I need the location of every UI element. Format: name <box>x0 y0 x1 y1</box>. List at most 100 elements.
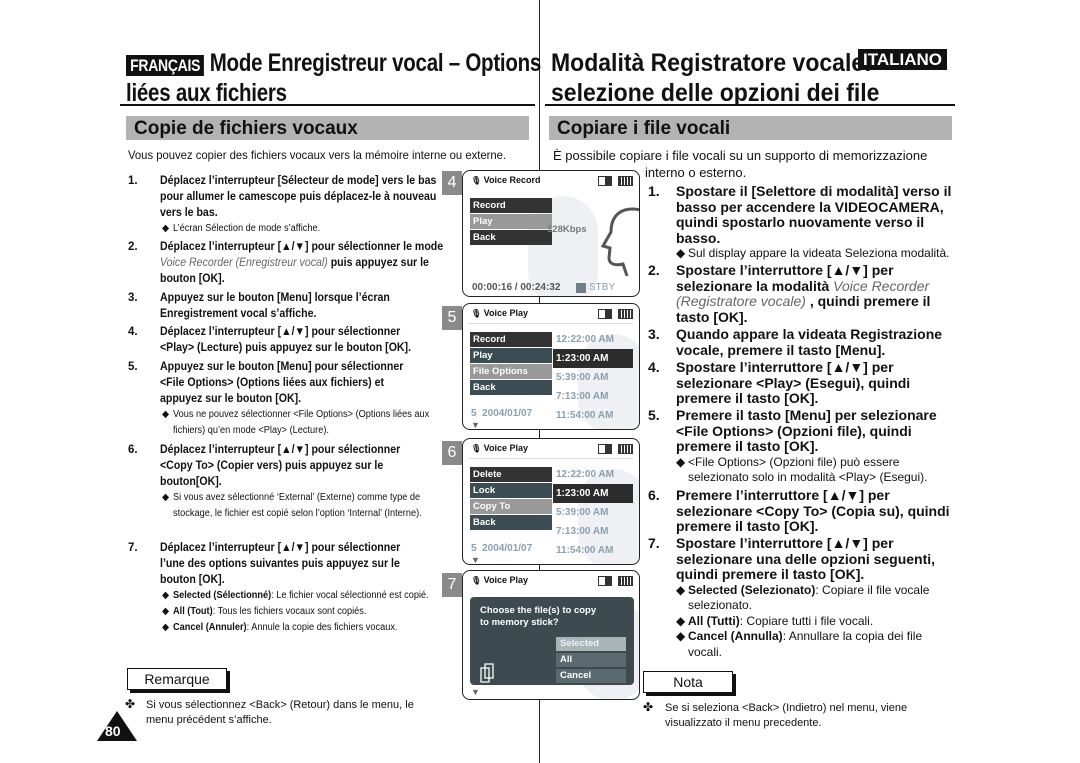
status-icons <box>598 176 633 186</box>
note-text: Sul display appare la videata Seleziona … <box>688 246 950 260</box>
menu-item-play[interactable]: Play <box>470 214 552 229</box>
menu-item-back[interactable]: Back <box>470 380 552 395</box>
copy-files-icon <box>480 663 494 683</box>
section-title-it: Copiare i file vocali <box>549 116 952 140</box>
screen-header: 🎙 Voice Play <box>471 443 528 453</box>
menu-item-back[interactable]: Back <box>470 230 552 245</box>
screen-header: 🎙 Voice Play <box>471 308 528 318</box>
file-row-5[interactable]: 5 2004/01/07 <box>471 408 532 419</box>
file-row-5[interactable]: 5 2004/01/07 <box>471 543 532 554</box>
note-text: <File Options> (Opzioni file) può essere… <box>688 454 928 485</box>
step-2-it: 2. Spostare l’interruttore [▲/▼] per sel… <box>648 262 968 325</box>
screen-5-voice-play: 🎙 Voice Play 12:22:00 AM 1:23:00 AM 5:39… <box>462 303 640 430</box>
option-all[interactable]: All <box>556 653 626 667</box>
step-num: 3. <box>128 292 138 304</box>
step-3-fr: 3. Appuyez sur le bouton [Menu] lorsque … <box>128 290 438 322</box>
screen-title: Voice Play <box>483 443 529 453</box>
menu-item-record[interactable]: Record <box>470 332 552 347</box>
menu-item-lock[interactable]: Lock <box>470 483 552 498</box>
option-selected[interactable]: Selected <box>556 637 626 651</box>
file-index: 5 <box>471 543 477 554</box>
title-line2-it: selezione delle opzioni dei file <box>551 79 880 107</box>
step-note: ◆ Sul display appare la videata Seleziona… <box>676 246 988 262</box>
step-text: Quando appare la videata Registrazione v… <box>676 326 943 358</box>
file-time[interactable]: 11:54:00 AM <box>553 406 633 425</box>
menu-item-file-options[interactable]: File Options <box>470 364 552 379</box>
title-line1-it: Modalità Registratore vocale: <box>551 47 879 79</box>
recording-time: 00:00:16 / 00:24:32 <box>472 282 561 293</box>
step-3-it: 3. Quando appare la videata Registrazion… <box>648 326 968 358</box>
scroll-down-arrow-icon[interactable]: ▼ <box>471 420 480 429</box>
file-time[interactable]: 5:39:00 AM <box>553 503 633 522</box>
step-num: 2. <box>128 241 138 253</box>
file-time[interactable]: 7:13:00 AM <box>553 522 633 541</box>
battery-icon <box>618 176 633 186</box>
menu-item-copy-to[interactable]: Copy To <box>470 499 552 514</box>
option-name: All (Tout) <box>173 606 213 617</box>
screen-number-5: 5 <box>442 306 462 330</box>
screen-menu: Record Play Back <box>470 198 552 246</box>
file-time[interactable]: 7:13:00 AM <box>553 387 633 406</box>
step-text: Appuyez sur le bouton [Menu] pour sélect… <box>160 361 404 405</box>
step-num: 1. <box>128 175 138 187</box>
step-text: Spostare l’interruttore [▲/▼] per selezi… <box>676 535 936 582</box>
copy-dialog: Choose the file(s) to copy to memory stic… <box>470 597 634 685</box>
steps-fr: 1. Déplacez l’interrupteur [Sélecteur de… <box>128 173 448 673</box>
file-time[interactable]: 12:22:00 AM <box>553 330 633 349</box>
scroll-down-arrow-icon[interactable]: ▼ <box>471 555 480 564</box>
option-selected-it: ◆ Selected (Selezionato): Copiare il file… <box>676 583 958 614</box>
note-marker-icon: ✤ <box>643 700 654 714</box>
file-time[interactable]: 5:39:00 AM <box>553 368 633 387</box>
screen-title: Voice Play <box>483 308 529 318</box>
scroll-down-arrow-icon[interactable]: ▼ <box>471 687 480 697</box>
menu-item-play[interactable]: Play <box>470 348 552 363</box>
battery-icon <box>618 444 633 454</box>
option-cancel[interactable]: Cancel <box>556 669 626 683</box>
menu-item-record[interactable]: Record <box>470 198 552 213</box>
file-time[interactable]: 12:22:00 AM <box>553 465 633 484</box>
bullet-icon: ◆ <box>161 492 170 503</box>
file-time-selected[interactable]: 1:23:00 AM <box>553 349 633 368</box>
status-icons <box>598 444 633 454</box>
step-5-it: 5. Premere il tasto [Menu] per seleziona… <box>648 407 968 486</box>
file-time-list: 12:22:00 AM 1:23:00 AM 5:39:00 AM 7:13:0… <box>553 465 633 560</box>
option-name: Selected (Sélectionné) <box>173 590 272 601</box>
step-text: Appuyez sur le bouton [Menu] lorsque l’é… <box>160 292 390 320</box>
menu-item-back[interactable]: Back <box>470 515 552 530</box>
screen-menu: Record Play File Options Back <box>470 332 552 396</box>
step-7-it: 7. Spostare l’interruttore [▲/▼] per sel… <box>648 535 968 660</box>
step-text-part: Déplacez l’interrupteur [▲/▼] pour sélec… <box>160 241 444 253</box>
file-time[interactable]: 11:54:00 AM <box>553 541 633 560</box>
file-index: 5 <box>471 408 477 419</box>
step-text: Spostare il [Selettore di modalità] vers… <box>676 183 952 246</box>
file-time-selected[interactable]: 1:23:00 AM <box>553 484 633 503</box>
standby-status: STBY <box>589 282 616 293</box>
bullet-icon: ◆ <box>161 590 170 601</box>
bullet-icon: ◆ <box>676 613 686 628</box>
step-num: 5. <box>648 407 660 423</box>
screen-number-7: 7 <box>442 573 462 597</box>
step-6-it: 6. Premere l’interruttore [▲/▼] per sele… <box>648 487 968 535</box>
screen-menu: Delete Lock Copy To Back <box>470 467 552 531</box>
dialog-message: Choose the file(s) to copy to memory stic… <box>480 605 596 629</box>
step-num: 4. <box>128 326 138 338</box>
step-num: 3. <box>648 326 660 342</box>
option-all-it: ◆ All (Tutti): Copiare tutti i file vocal… <box>676 614 958 630</box>
step-4-fr: 4. Déplacez l’interrupteur [▲/▼] pour sé… <box>128 324 438 356</box>
step-text: Premere l’interruttore [▲/▼] per selezio… <box>676 487 950 534</box>
screen-7-copy-dialog: 🎙 Voice Play Choose the file(s) to copy t… <box>462 570 640 700</box>
menu-item-delete[interactable]: Delete <box>470 467 552 482</box>
bullet-icon: ◆ <box>161 622 170 633</box>
intro-it-line2: interno o esterno. <box>645 165 747 180</box>
bullet-icon: ◆ <box>676 582 686 597</box>
file-time-list: 12:22:00 AM 1:23:00 AM 5:39:00 AM 7:13:0… <box>553 330 633 425</box>
standby-indicator-icon <box>576 283 586 293</box>
step-5-fr: 5. Appuyez sur le bouton [Menu] pour sél… <box>128 359 438 439</box>
step-num: 7. <box>648 535 660 551</box>
option-name: Cancel (Annulla) <box>688 629 783 643</box>
note-text: L’écran Sélection de mode s’affiche. <box>173 223 321 234</box>
dialog-line1: Choose the file(s) to copy <box>480 605 597 616</box>
memory-card-icon <box>598 576 612 586</box>
page-number: 80 <box>105 723 121 739</box>
step-1-it: 1. Spostare il [Selettore di modalità] v… <box>648 183 968 262</box>
